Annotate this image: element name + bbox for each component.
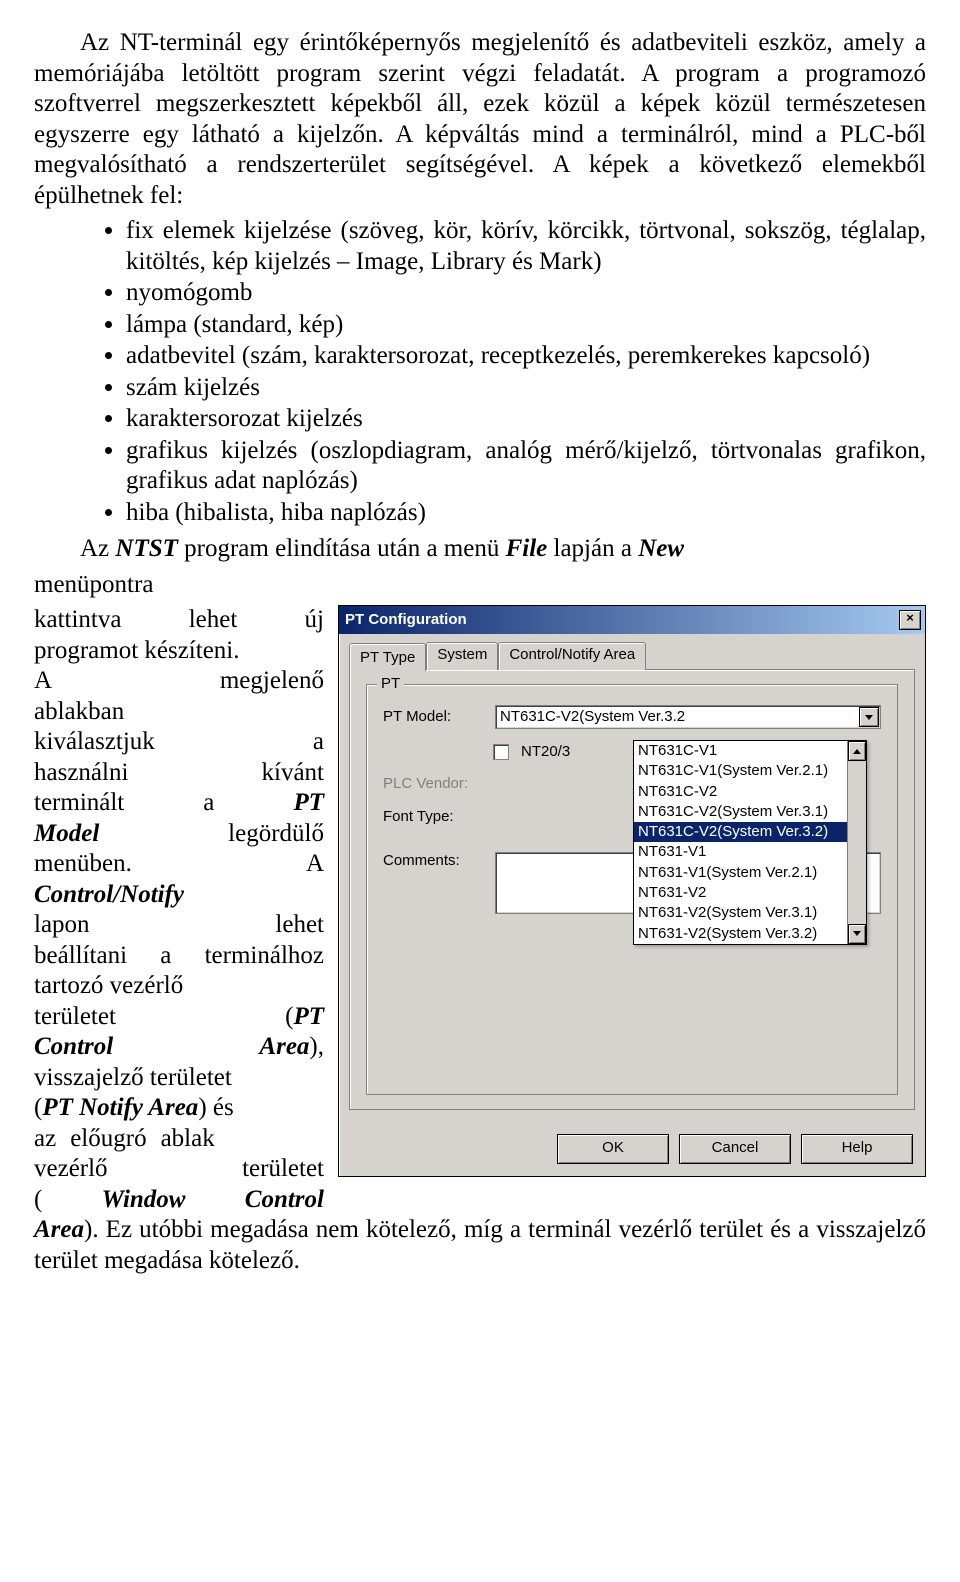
groupbox-legend: PT [377,675,404,693]
list-item[interactable]: NT631C-V1(System Ver.2.1) [634,761,866,781]
paragraph-menupontra: menüpontra [34,570,926,601]
scroll-down-button[interactable] [848,924,866,944]
scroll-up-button[interactable] [848,741,866,761]
listbox-scrollbar[interactable] [847,741,866,944]
tab-system[interactable]: System [426,642,498,670]
dialog-titlebar[interactable]: PT Configuration × [339,606,925,634]
list-item: lámpa (standard, kép) [126,310,926,341]
pt-configuration-dialog: PT Configuration × PT Type System Contro… [338,605,926,1177]
tab-control-notify[interactable]: Control/Notify Area [498,642,646,670]
text-area: Area [34,1216,84,1243]
list-item[interactable]: NT631C-V2 [634,782,866,802]
list-item: karaktersorozat kijelzés [126,404,926,435]
paragraph-area-closing: Area). Ez utóbbi megadása nem kötelező, … [34,1215,926,1276]
dialog-title: PT Configuration [345,611,467,629]
paragraph-intro: Az NT-terminál egy érintőképernyős megje… [34,28,926,211]
text-file: File [506,535,548,562]
list-item: nyomógomb [126,278,926,309]
label-comments: Comments: [383,852,483,870]
ok-button[interactable]: OK [557,1134,669,1164]
list-item-selected[interactable]: NT631C-V2(System Ver.3.2) [634,822,866,842]
chevron-down-icon [853,931,861,936]
list-item[interactable]: NT631-V1 [634,842,866,862]
label-plc-vendor: PLC Vendor: [383,775,483,793]
label-nt20: NT20/3 [521,743,570,761]
pt-groupbox: PT PT Model: NT631C-V2(System Ver.3.2 NT… [366,684,898,1095]
list-item: grafikus kijelzés (oszlopdiagram, analóg… [126,436,926,497]
text: lapján a [547,535,638,562]
paragraph-ntst-intro: Az NTST program elindítása után a menü F… [34,534,926,565]
list-item[interactable]: NT631-V2(System Ver.3.1) [634,903,866,923]
help-button[interactable]: Help [801,1134,913,1164]
list-item: hiba (hibalista, hiba naplózás) [126,498,926,529]
list-item[interactable]: NT631-V2 [634,883,866,903]
wrapped-text-column: kattintvalehetúj programot készíteni. Am… [34,605,324,1215]
chevron-down-icon [865,715,873,720]
text: Az [80,535,115,562]
text-ntst: NTST [115,535,178,562]
close-button[interactable]: × [899,610,921,630]
list-item: fix elemek kijelzése (szöveg, kör, körív… [126,216,926,277]
tab-panel-pt-type: PT PT Model: NT631C-V2(System Ver.3.2 NT… [349,669,915,1110]
tab-pt-type[interactable]: PT Type [349,643,426,671]
label-font-type: Font Type: [383,808,483,826]
text: ). Ez utóbbi megadása nem kötelező, míg … [34,1216,926,1274]
dropdown-button[interactable] [859,707,879,727]
list-item[interactable]: NT631C-V2(System Ver.3.1) [634,802,866,822]
text-new: New [638,535,684,562]
cancel-button[interactable]: Cancel [679,1134,791,1164]
pt-model-listbox[interactable]: NT631C-V1 NT631C-V1(System Ver.2.1) NT63… [633,740,867,945]
pt-model-dropdown[interactable]: NT631C-V2(System Ver.3.2 [495,705,881,729]
list-item: adatbevitel (szám, karaktersorozat, rece… [126,341,926,372]
list-item[interactable]: NT631-V1(System Ver.2.1) [634,863,866,883]
nt20-checkbox[interactable] [493,744,509,760]
chevron-up-icon [853,749,861,754]
text: program elindítása után a menü [178,535,506,562]
feature-list: fix elemek kijelzése (szöveg, kör, körív… [34,216,926,528]
label-pt-model: PT Model: [383,708,483,726]
list-item[interactable]: NT631-V2(System Ver.3.2) [634,924,866,944]
list-item: szám kijelzés [126,373,926,404]
pt-model-value: NT631C-V2(System Ver.3.2 [500,708,685,726]
list-item[interactable]: NT631C-V1 [634,741,866,761]
close-icon: × [906,610,914,625]
